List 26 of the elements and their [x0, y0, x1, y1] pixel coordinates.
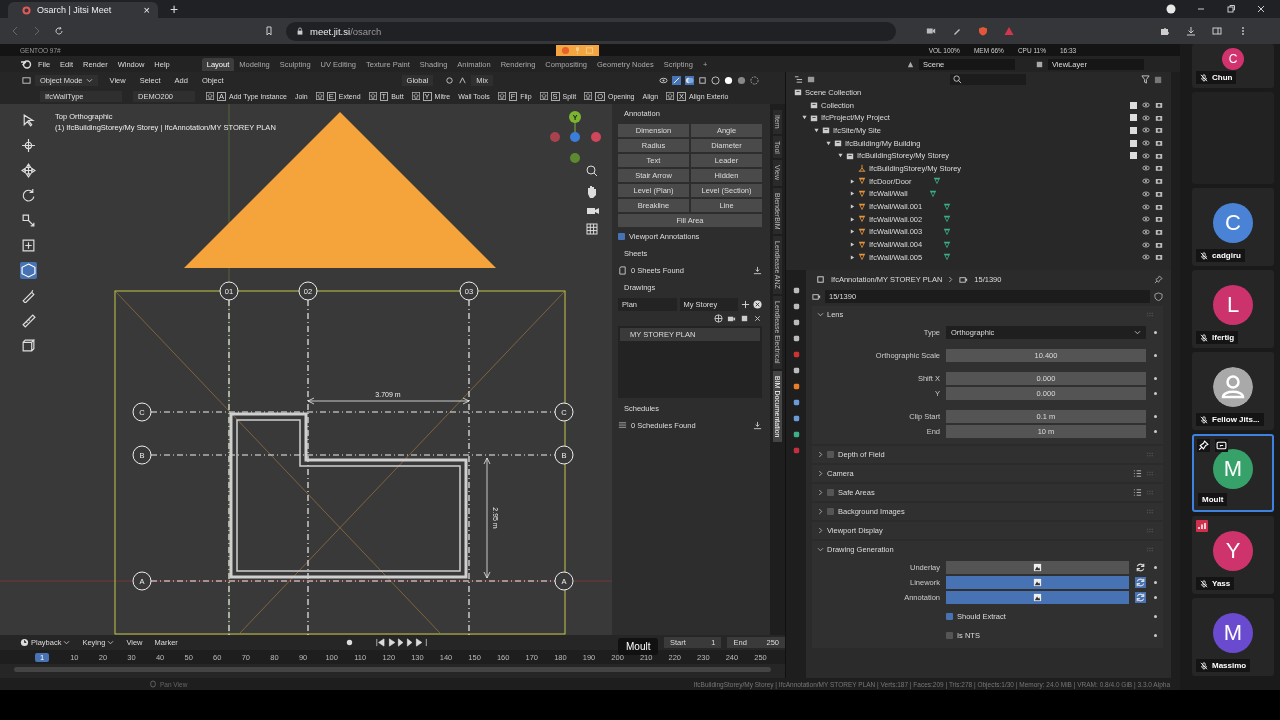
- avatar: M: [1213, 449, 1253, 489]
- tab-title: Osarch | Jitsi Meet: [37, 5, 112, 15]
- participant-name: cadgiru: [1212, 251, 1241, 260]
- participant-tile[interactable]: Fellow Jits...: [1192, 352, 1274, 430]
- browser-tab[interactable]: Osarch | Jitsi Meet ×: [8, 2, 158, 18]
- participant-tile[interactable]: C Chun: [1192, 44, 1274, 88]
- participant-name: Fellow Jits...: [1212, 415, 1260, 424]
- avatar: L: [1213, 285, 1253, 325]
- participant-name: lfertig: [1212, 333, 1235, 342]
- avatar: M: [1213, 613, 1253, 653]
- avatar: C: [1222, 48, 1244, 70]
- tab-close-button[interactable]: ×: [143, 4, 150, 16]
- participant-name: Moult: [1202, 495, 1224, 504]
- avatar: C: [1213, 203, 1253, 243]
- speaker-tooltip: Moult: [618, 638, 659, 655]
- participant-tile[interactable]: C cadgiru: [1192, 188, 1274, 266]
- participant-tile[interactable]: Y Yass: [1192, 516, 1274, 594]
- avatar: Y: [1213, 531, 1253, 571]
- participant-tile[interactable]: M Moult: [1192, 434, 1274, 512]
- participant-name: Chun: [1212, 73, 1233, 82]
- address-field[interactable]: meet.jit.si/osarch: [286, 21, 896, 41]
- participant-name: Yass: [1212, 579, 1231, 588]
- participant-tile[interactable]: M Massimo: [1192, 598, 1274, 676]
- new-tab-button[interactable]: +: [170, 1, 179, 17]
- participant-tile[interactable]: L lfertig: [1192, 270, 1274, 348]
- participant-name: Massimo: [1212, 661, 1247, 670]
